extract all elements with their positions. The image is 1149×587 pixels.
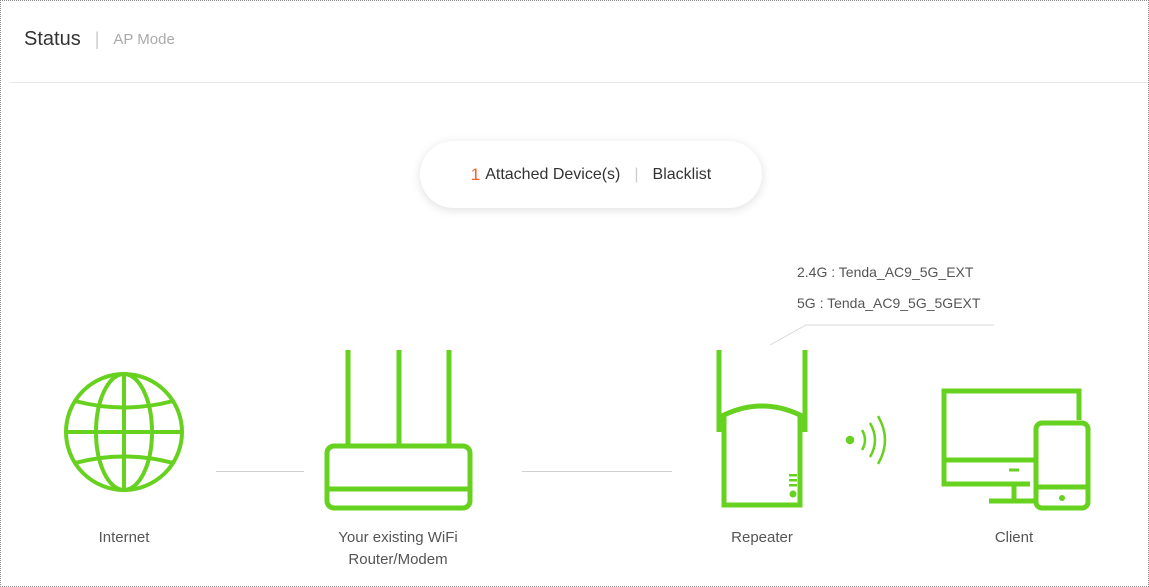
label-router: Your existing WiFi Router/Modem <box>318 527 478 571</box>
ssid-callout-line <box>769 324 994 346</box>
label-repeater: Repeater <box>731 529 793 546</box>
label-internet: Internet <box>98 529 150 546</box>
phone-button-icon <box>1059 495 1065 501</box>
label-client: Client <box>994 529 1034 546</box>
label-router-line1: Your existing WiFi <box>338 529 458 546</box>
router-icon <box>324 350 473 511</box>
repeater-indicator-icon <box>789 474 797 498</box>
repeater-icon <box>716 350 808 508</box>
globe-icon <box>64 372 184 492</box>
topology-diagram <box>64 324 1091 511</box>
label-router-line2: Router/Modem <box>348 551 448 568</box>
wifi-signal-icon <box>845 415 887 465</box>
